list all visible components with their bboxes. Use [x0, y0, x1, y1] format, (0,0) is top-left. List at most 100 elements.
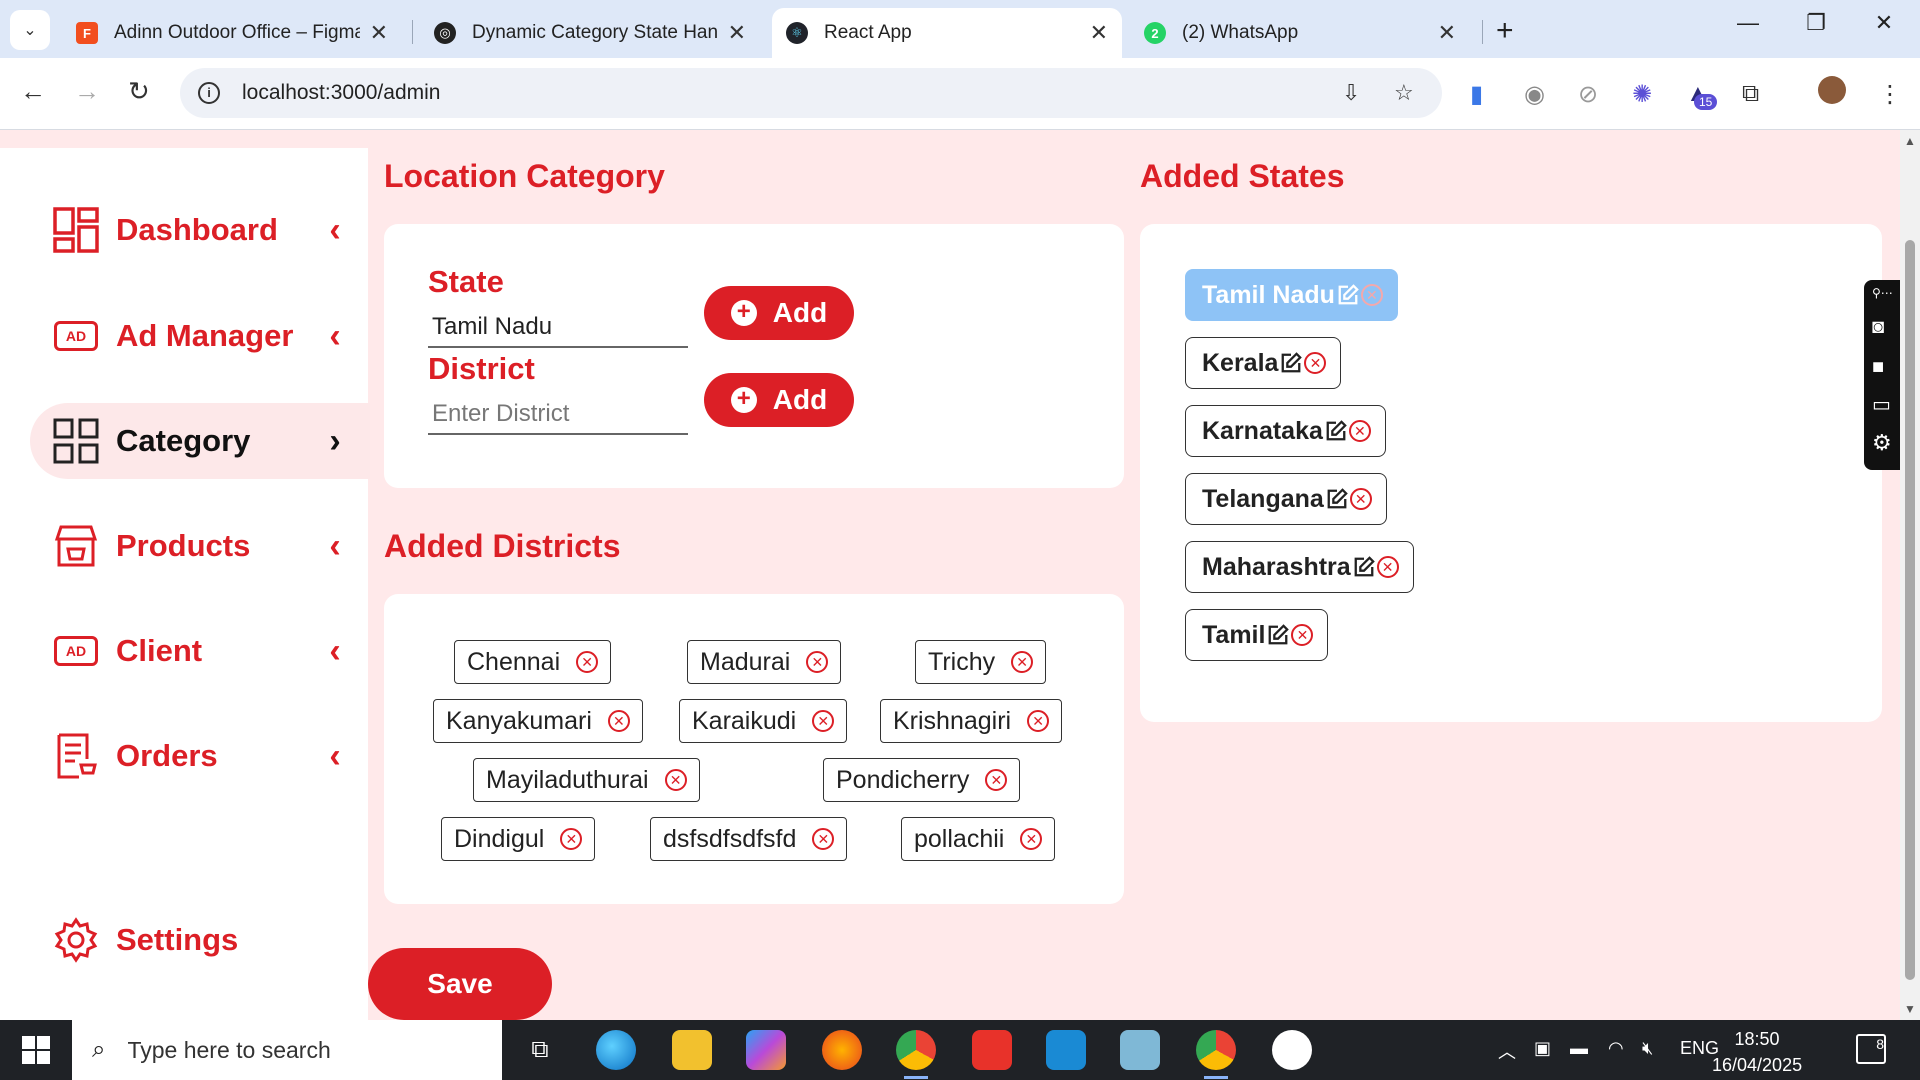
remove-circle-icon[interactable]: ✕ — [1291, 624, 1314, 646]
tab-chatgpt[interactable]: ◎ Dynamic Category State Handli ✕ — [420, 8, 760, 58]
tray-chevron-up-icon[interactable]: ︿ — [1498, 1038, 1516, 1064]
menu-kebab-icon[interactable]: ⋮ — [1878, 80, 1902, 109]
remove-circle-icon[interactable]: ✕ — [1348, 420, 1371, 442]
chrome-icon[interactable] — [1196, 1030, 1236, 1079]
volume-muted-icon[interactable]: 🔇︎ — [1642, 1038, 1653, 1059]
notepad-icon[interactable] — [1120, 1030, 1160, 1070]
remove-circle-icon[interactable]: ✕ — [1376, 556, 1399, 578]
remove-circle-icon[interactable]: ✕ — [1011, 651, 1034, 673]
address-bar[interactable]: i localhost:3000/admin ⇩ ☆ — [180, 68, 1442, 118]
remove-circle-icon[interactable]: ✕ — [664, 769, 687, 791]
chevron-left-icon: ‹ — [329, 631, 341, 670]
window-icon[interactable]: ▭ — [1872, 392, 1898, 416]
sidebar-item-settings[interactable]: Settings — [30, 902, 370, 978]
minimize-button[interactable]: — — [1728, 10, 1768, 36]
close-icon[interactable]: ✕ — [1090, 20, 1108, 46]
site-info-icon[interactable]: i — [198, 82, 220, 104]
states-card: Tamil Nadu ✕ Kerala ✕ Karnataka ✕ Telang… — [1140, 224, 1882, 722]
state-chip[interactable]: Maharashtra ✕ — [1185, 541, 1414, 593]
remove-circle-icon[interactable]: ✕ — [560, 828, 583, 850]
sidebar-item-products[interactable]: Products ‹ — [30, 508, 370, 584]
remove-circle-icon[interactable]: ✕ — [806, 651, 829, 673]
compass-extension-icon[interactable]: ⊘ — [1578, 80, 1598, 109]
close-icon[interactable]: ✕ — [1438, 20, 1456, 46]
scroll-down-arrow-icon[interactable]: ▼ — [1904, 1002, 1916, 1016]
task-view-icon[interactable]: ⧉ — [520, 1030, 560, 1070]
edit-icon[interactable] — [1280, 352, 1303, 374]
save-button[interactable]: Save — [368, 948, 552, 1020]
file-explorer-icon[interactable] — [672, 1030, 712, 1070]
profile-avatar[interactable] — [1818, 76, 1846, 104]
new-tab-button[interactable]: + — [1496, 14, 1514, 48]
chrome-profile-icon[interactable] — [896, 1030, 936, 1079]
remove-circle-icon[interactable]: ✕ — [812, 828, 835, 850]
tab-react-app[interactable]: ⚛ React App ✕ — [772, 8, 1122, 58]
tab-search-button[interactable]: ⌄ — [10, 10, 50, 50]
mongodb-compass-icon[interactable] — [1272, 1030, 1312, 1070]
remove-circle-icon[interactable]: ✕ — [812, 710, 835, 732]
bookmark-star-icon[interactable]: ☆ — [1394, 80, 1414, 106]
extensions-puzzle-icon[interactable]: ⧉ — [1742, 80, 1759, 108]
camera-extension-icon[interactable]: ◉ — [1524, 80, 1545, 109]
tab-whatsapp[interactable]: 2 (2) WhatsApp ✕ — [1130, 8, 1470, 58]
video-camera-icon[interactable]: ■ — [1872, 356, 1898, 378]
snowflake-extension-icon[interactable]: ✺ — [1632, 80, 1652, 109]
taskbar-search-box[interactable]: ⌕ Type here to search — [72, 1020, 502, 1080]
gear-icon[interactable]: ⚙ — [1872, 430, 1898, 455]
remove-circle-icon[interactable]: ✕ — [1020, 828, 1043, 850]
sidebar-item-ad-manager[interactable]: AD Ad Manager ‹ — [30, 298, 370, 374]
state-chip[interactable]: Karnataka ✕ — [1185, 405, 1386, 457]
pin-icon[interactable]: ⚲⋯ — [1872, 286, 1898, 308]
wifi-icon[interactable]: ◠ — [1608, 1038, 1624, 1059]
remove-circle-icon[interactable]: ✕ — [607, 710, 630, 732]
remove-circle-icon[interactable]: ✕ — [576, 651, 599, 673]
state-chip[interactable]: Tamil ✕ — [1185, 609, 1329, 661]
tab-figma[interactable]: F Adinn Outdoor Office – Figma ✕ — [62, 8, 402, 58]
sidebar-item-client[interactable]: AD Client ‹ — [30, 613, 370, 689]
taskbar-clock[interactable]: 18:50 16/04/2025 — [1712, 1026, 1802, 1078]
sidebar-item-category[interactable]: Category › — [30, 403, 370, 479]
sidebar-item-dashboard[interactable]: Dashboard ‹ — [30, 192, 370, 268]
state-chip[interactable]: Telangana ✕ — [1185, 473, 1387, 525]
close-icon[interactable]: ✕ — [370, 20, 388, 46]
add-district-button[interactable]: + Add — [704, 373, 854, 427]
restore-button[interactable]: ❐ — [1796, 10, 1836, 36]
state-input[interactable] — [428, 308, 688, 348]
install-app-icon[interactable]: ⇩ — [1342, 80, 1360, 106]
extension-doc-icon[interactable]: ▮ — [1470, 80, 1483, 109]
remove-circle-icon[interactable]: ✕ — [1349, 488, 1372, 510]
add-state-button[interactable]: + Add — [704, 286, 854, 340]
state-chip-selected[interactable]: Tamil Nadu ✕ — [1185, 269, 1398, 321]
vscode-icon[interactable] — [1046, 1030, 1086, 1070]
windows-start-icon[interactable] — [22, 1036, 50, 1064]
edge-browser-icon[interactable] — [596, 1030, 636, 1070]
edit-icon[interactable] — [1325, 420, 1347, 442]
back-arrow-icon[interactable]: ← — [20, 76, 46, 107]
edit-icon[interactable] — [1353, 556, 1375, 578]
edit-icon[interactable] — [1337, 284, 1359, 306]
forward-arrow-icon[interactable]: → — [74, 76, 100, 107]
remove-circle-icon[interactable]: ✕ — [1027, 710, 1050, 732]
remove-circle-icon[interactable]: ✕ — [1304, 352, 1327, 374]
remove-circle-icon[interactable]: ✕ — [985, 769, 1008, 791]
scrollbar-thumb[interactable] — [1905, 240, 1915, 980]
meet-now-icon[interactable]: ▣ — [1534, 1038, 1551, 1059]
camera-icon[interactable]: ◙ — [1872, 316, 1898, 338]
edit-icon[interactable] — [1326, 488, 1348, 510]
district-input[interactable] — [428, 395, 688, 435]
edit-icon[interactable] — [1267, 624, 1290, 646]
close-window-button[interactable]: ✕ — [1864, 10, 1904, 36]
reload-icon[interactable]: ↻ — [128, 76, 150, 107]
url-text[interactable]: localhost:3000/admin — [242, 81, 440, 105]
page-scrollbar[interactable]: ▲ ▼ — [1900, 130, 1920, 1020]
battery-icon[interactable]: ▬ — [1570, 1038, 1588, 1059]
notification-center-icon[interactable]: 8 — [1856, 1034, 1886, 1064]
close-icon[interactable]: ✕ — [728, 20, 746, 46]
scroll-up-arrow-icon[interactable]: ▲ — [1904, 134, 1916, 148]
copilot-icon[interactable] — [746, 1030, 786, 1070]
remove-circle-icon[interactable]: ✕ — [1360, 284, 1383, 306]
firefox-icon[interactable] — [822, 1030, 862, 1070]
wps-office-icon[interactable] — [972, 1030, 1012, 1070]
state-chip[interactable]: Kerala ✕ — [1185, 337, 1342, 389]
sidebar-item-orders[interactable]: Orders ‹ — [30, 718, 370, 794]
